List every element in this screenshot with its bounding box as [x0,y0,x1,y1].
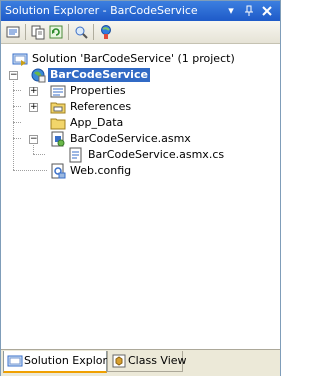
properties-folder-icon [50,83,66,99]
asmx-label: BarCodeService.asmx [70,132,191,145]
tree-row-properties[interactable]: + Properties [1,83,280,99]
toolbar [1,21,280,44]
toolbar-separator [93,24,94,40]
solution-icon [12,51,28,67]
toolbar-separator [25,24,26,40]
folder-icon [50,115,66,131]
tree-row-web-config[interactable]: Web.config [1,163,280,179]
tab-class-view[interactable]: Class View [107,351,187,372]
web-project-icon [30,67,46,83]
tab-solution-explorer-label: Solution Explorer [24,354,119,367]
collapse-icon[interactable]: − [29,135,38,144]
show-all-files-icon[interactable] [30,24,46,40]
tab-solution-explorer[interactable]: Solution Explorer [3,351,118,373]
solution-explorer-window: Solution Explorer - BarCodeService ▾ Sol… [0,0,281,376]
csharp-file-icon [68,147,84,163]
view-in-browser-icon[interactable] [73,24,89,40]
close-icon[interactable] [260,4,274,18]
pin-icon[interactable] [242,4,256,18]
references-folder-icon [50,99,66,115]
web-config-label: Web.config [70,164,132,177]
class-view-icon [111,353,127,369]
tree-row-app-data[interactable]: App_Data [1,115,280,131]
references-label: References [70,100,132,113]
expand-icon[interactable]: + [29,103,38,112]
solution-explorer-icon [7,353,23,369]
expand-icon[interactable]: + [29,87,38,96]
dropdown-icon[interactable]: ▾ [224,4,238,18]
solution-label: Solution 'BarCodeService' (1 project) [32,52,235,65]
tab-class-view-label: Class View [128,354,187,367]
tree-row-references[interactable]: + References [1,99,280,115]
app-data-label: App_Data [70,116,124,129]
properties-label: Properties [70,84,126,97]
tree-row-asmx[interactable]: − BarCodeService.asmx [1,131,280,147]
asmx-cs-label: BarCodeService.asmx.cs [88,148,225,161]
panel-tab-bar: Solution Explorer Class View [1,349,280,376]
refresh-icon[interactable] [48,24,64,40]
project-label: BarCodeService [48,68,150,82]
config-file-icon [50,163,66,179]
copy-web-site-icon[interactable] [98,24,114,40]
tree-row-project[interactable]: − BarCodeService [1,67,280,83]
tree-row-asmx-cs[interactable]: BarCodeService.asmx.cs [1,147,280,163]
properties-icon[interactable] [5,24,21,40]
web-service-file-icon [50,131,66,147]
tree-row-solution[interactable]: Solution 'BarCodeService' (1 project) [1,51,280,67]
solution-tree: Solution 'BarCodeService' (1 project) − … [1,44,280,344]
title-bar[interactable]: Solution Explorer - BarCodeService ▾ [1,1,280,21]
collapse-icon[interactable]: − [9,71,18,80]
toolbar-separator [68,24,69,40]
window-title: Solution Explorer - BarCodeService [5,4,198,17]
